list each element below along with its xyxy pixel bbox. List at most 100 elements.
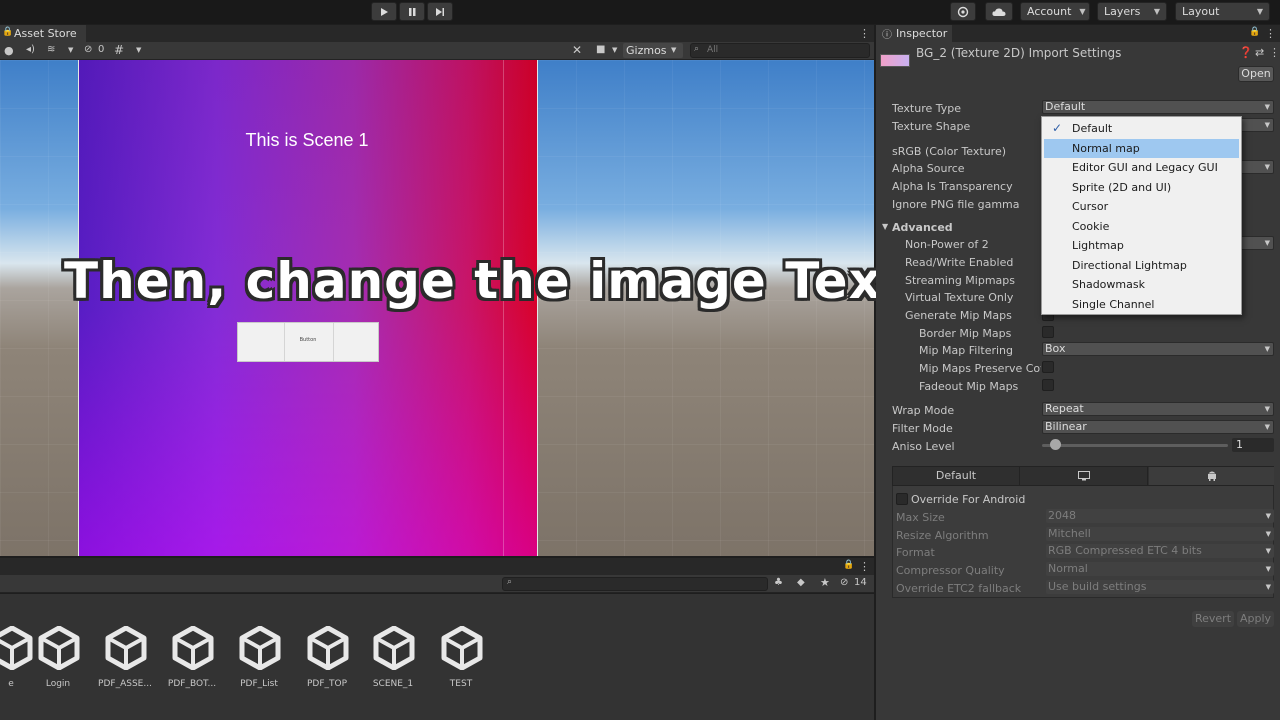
caret-down-icon[interactable]: ▼	[68, 46, 73, 54]
audio-icon[interactable]: ◂)	[26, 44, 35, 55]
filter-mode-value: Bilinear	[1045, 420, 1087, 433]
account-dropdown[interactable]: Account ▼	[1020, 2, 1090, 21]
scene-button-label: Button	[299, 337, 317, 343]
caret-down-icon: ▼	[1264, 405, 1270, 413]
caret-down-icon: ▼	[1264, 423, 1270, 431]
caret-down-icon: ▼	[1264, 163, 1270, 171]
asset-item[interactable]: TEST	[426, 626, 496, 696]
project-header: 🔒 ⋮	[0, 558, 874, 575]
label-non-power-of-2: Non-Power of 2	[905, 238, 989, 251]
android-icon	[1207, 471, 1216, 481]
menu-item[interactable]: ✓ Default	[1044, 119, 1239, 138]
caret-down-icon: ▼	[1265, 565, 1271, 573]
label-filter-mode: Filter Mode	[892, 422, 953, 435]
grid-icon[interactable]: #	[114, 43, 124, 57]
apply-button[interactable]: Apply	[1237, 611, 1274, 627]
kebab-menu-icon[interactable]: ⋮	[859, 27, 870, 40]
compressor-quality-dropdown: Normal ▼	[1046, 562, 1274, 576]
menu-item[interactable]: Editor GUI and Legacy GUI	[1044, 158, 1239, 177]
favorite-star-icon[interactable]: ★	[820, 576, 830, 589]
kebab-menu-icon[interactable]: ⋮	[859, 560, 870, 573]
menu-item[interactable]: Sprite (2D and UI)	[1044, 178, 1239, 197]
compressor-quality-value: Normal	[1048, 562, 1088, 575]
search-icon: ⌕	[694, 44, 700, 54]
layout-dropdown[interactable]: Layout ▼	[1175, 2, 1270, 21]
menu-item[interactable]: Shadowmask	[1044, 275, 1239, 294]
wrap-mode-dropdown[interactable]: Repeat ▼	[1042, 402, 1274, 416]
filter-by-type-icon[interactable]: ♣	[774, 577, 783, 588]
texture-type-menu: ✓ Default Normal map Editor GUI and Legacy …	[1041, 116, 1242, 315]
tab-label: Inspector	[896, 27, 948, 40]
aniso-slider-handle[interactable]	[1050, 439, 1061, 450]
mip-filtering-value: Box	[1045, 342, 1066, 355]
cloud-button[interactable]	[985, 2, 1013, 21]
play-button[interactable]	[371, 2, 397, 21]
step-button[interactable]	[427, 2, 453, 21]
menu-item-label: Editor GUI and Legacy GUI	[1072, 161, 1218, 174]
menu-item[interactable]: Directional Lightmap	[1044, 256, 1239, 275]
tab-standalone-platform[interactable]	[1021, 467, 1148, 485]
label-alpha-source: Alpha Source	[892, 162, 965, 175]
aniso-level-field[interactable]: 1	[1232, 438, 1274, 452]
caret-down-icon[interactable]: ▼	[136, 46, 141, 54]
border-mip-checkbox[interactable]	[1042, 326, 1054, 338]
pause-button[interactable]	[399, 2, 425, 21]
preset-icon[interactable]: ⇄	[1255, 46, 1264, 59]
lock-icon[interactable]: 🔒	[843, 560, 854, 570]
caret-down-icon: ▼	[1265, 530, 1271, 538]
lock-icon: 🔒	[2, 27, 14, 37]
menu-item-label: Default	[1072, 122, 1113, 135]
menu-item[interactable]: Cookie	[1044, 217, 1239, 236]
camera-icon[interactable]: ■	[596, 44, 605, 55]
tab-android-platform[interactable]	[1149, 467, 1274, 485]
lightbulb-icon[interactable]: ●	[4, 44, 14, 57]
tab-default-platform[interactable]: Default	[893, 467, 1020, 485]
platform-tabs: Default	[892, 466, 1274, 486]
collab-button[interactable]	[950, 2, 976, 21]
foldout-arrow-icon[interactable]: ▼	[882, 222, 888, 231]
label-override-android: Override For Android	[911, 493, 1026, 506]
max-size-value: 2048	[1048, 509, 1076, 522]
menu-item-label: Directional Lightmap	[1072, 258, 1187, 272]
search-icon: ⌕	[507, 577, 513, 587]
tab-inspector[interactable]: ⓘ Inspector	[876, 25, 952, 42]
unity-scene-icon	[172, 626, 214, 670]
mip-preserve-checkbox[interactable]	[1042, 361, 1054, 373]
kebab-menu-icon[interactable]: ⋮	[1269, 46, 1280, 59]
kebab-menu-icon[interactable]: ⋮	[1265, 27, 1276, 40]
revert-button[interactable]: Revert	[1192, 611, 1234, 627]
help-icon[interactable]: ❓	[1239, 46, 1253, 59]
tools-icon[interactable]: ✕	[572, 43, 582, 57]
label-icon[interactable]: ◆	[797, 577, 805, 588]
label-advanced[interactable]: Advanced	[892, 221, 953, 234]
texture-type-dropdown[interactable]: Default ▼	[1042, 100, 1274, 114]
menu-item[interactable]: Lightmap	[1044, 236, 1239, 255]
menu-item[interactable]: Normal map	[1044, 138, 1239, 158]
aniso-slider-track[interactable]	[1042, 444, 1228, 447]
caret-down-icon: ▼	[1265, 583, 1271, 591]
filter-mode-dropdown[interactable]: Bilinear ▼	[1042, 420, 1274, 434]
visibility-icon[interactable]: ⊘	[84, 44, 92, 55]
asset-title: BG_2 (Texture 2D) Import Settings	[916, 46, 1122, 60]
fadeout-mip-checkbox[interactable]	[1042, 379, 1054, 391]
gizmos-dropdown[interactable]: Gizmos ▼	[623, 43, 683, 58]
menu-item[interactable]: Single Channel	[1044, 295, 1239, 314]
project-search-input[interactable]: ⌕	[502, 577, 768, 591]
effects-icon[interactable]: ≋	[47, 44, 55, 55]
override-android-checkbox[interactable]	[896, 493, 908, 505]
caret-down-icon[interactable]: ▼	[612, 46, 617, 54]
menu-item-label: Sprite (2D and UI)	[1072, 180, 1172, 194]
visibility-icon[interactable]: ⊘	[840, 577, 848, 588]
open-button[interactable]: Open	[1238, 66, 1274, 82]
scene-search-input[interactable]: ⌕ All	[690, 43, 870, 58]
texture-thumbnail	[880, 54, 910, 67]
tab-asset-store[interactable]: 🔒 Asset Store	[0, 25, 86, 42]
layers-dropdown[interactable]: Layers ▼	[1097, 2, 1167, 21]
checkmark-icon: ✓	[1052, 121, 1063, 135]
lock-icon[interactable]: 🔒	[1249, 27, 1260, 37]
menu-item[interactable]: Cursor	[1044, 197, 1239, 216]
play-icon	[381, 7, 388, 16]
mip-filtering-dropdown[interactable]: Box ▼	[1042, 342, 1274, 356]
gizmos-label: Gizmos	[626, 44, 667, 57]
scene-ui-button[interactable]: Button	[237, 322, 379, 362]
